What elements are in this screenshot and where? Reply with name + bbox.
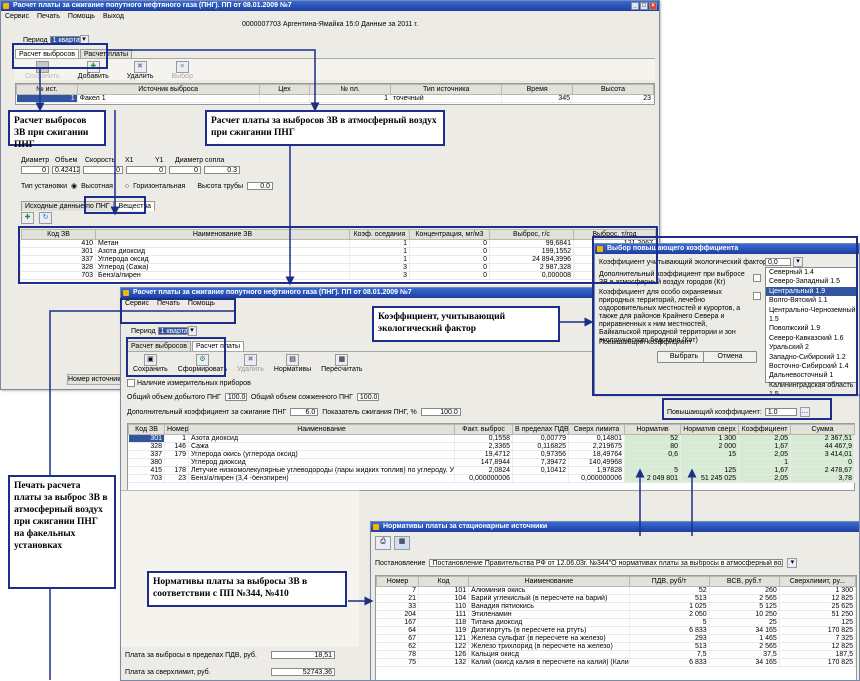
note-eco-factor: Коэффициент, учитывающий экологический ф…	[372, 306, 560, 342]
note-print-calc: Печать расчета платы за выброс ЗВ в атмо…	[8, 475, 116, 589]
note-calc-emissions: Расчет выбросов ЗВ при сжигании ПНГ	[8, 110, 106, 150]
note-calc-payment: Расчет платы за выбросов ЗВ в атмосферны…	[205, 110, 445, 146]
note-norms: Нормативы платы за выбросы ЗВ в соответс…	[147, 571, 347, 607]
